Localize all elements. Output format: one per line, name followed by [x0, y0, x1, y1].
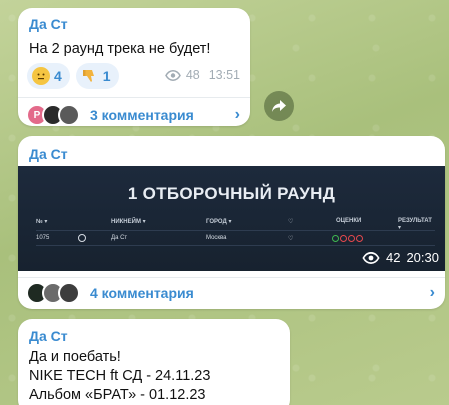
message-author[interactable]: Да Ст	[29, 328, 68, 344]
comments-button[interactable]: 4 комментария ›	[26, 279, 435, 307]
message-time: 20:30	[406, 250, 439, 265]
reaction-neutral[interactable]: 4	[27, 63, 70, 89]
comments-button[interactable]: P 3 комментария ›	[26, 101, 240, 129]
message-line: NIKE TECH ft СД - 24.11.23	[29, 368, 211, 384]
message-line: Да и поебать!	[29, 349, 121, 365]
message-meta: 48 13:51	[164, 68, 240, 82]
comments-label: 4 комментария	[90, 285, 194, 301]
views-icon	[362, 251, 380, 264]
cell-num: 1075	[36, 235, 50, 241]
views-icon	[164, 69, 181, 81]
message-bubble[interactable]: Да Ст 1 ОТБОРОЧНЫЙ РАУНД № ▾ НИКНЕЙМ ▾ Г…	[18, 136, 445, 309]
cell-nick: Да Ст	[111, 235, 128, 241]
table-row: 1075 Да Ст Москва ♡	[36, 230, 435, 246]
image-title: 1 ОТБОРОЧНЫЙ РАУНД	[127, 184, 336, 203]
neutral-face-icon	[32, 67, 50, 85]
avatar	[58, 282, 80, 304]
reaction-count: 4	[54, 68, 62, 84]
image-meta: 42 20:30	[362, 250, 439, 265]
col-like: ♡	[288, 219, 294, 225]
col-scores: ОЦЕНКИ	[336, 218, 362, 224]
message-text: Да и поебать! NIKE TECH ft СД - 24.11.23…	[29, 348, 210, 405]
message-bubble[interactable]: Да Ст Да и поебать! NIKE TECH ft СД - 24…	[18, 319, 290, 405]
share-button[interactable]	[264, 91, 294, 121]
share-arrow-icon	[272, 100, 286, 112]
chevron-right-icon: ›	[429, 284, 435, 301]
commenter-avatars	[26, 282, 80, 304]
col-city: ГОРОД ▾	[206, 219, 232, 225]
comments-label: 3 комментария	[90, 107, 194, 123]
reaction-thumbs-down[interactable]: 1	[75, 63, 119, 89]
message-time: 13:51	[208, 68, 240, 82]
divider	[18, 97, 250, 98]
message-line: Альбом «БРАТ» - 01.12.23	[29, 387, 206, 403]
score-icons	[332, 235, 363, 242]
thumbs-down-icon	[81, 67, 99, 85]
message-bubble[interactable]: Да Ст На 2 раунд трека не будет! 4 1 48 …	[18, 8, 250, 126]
message-author[interactable]: Да Ст	[29, 146, 68, 162]
table-header: № ▾ НИКНЕЙМ ▾ ГОРОД ▾ ♡ ОЦЕНКИ РЕЗУЛЬТАТ…	[36, 214, 435, 231]
reaction-count: 1	[102, 68, 111, 84]
reactions-bar: 4 1	[27, 63, 119, 89]
view-count: 42	[385, 250, 401, 265]
message-text: На 2 раунд трека не будет!	[29, 41, 211, 57]
col-nick: НИКНЕЙМ ▾	[111, 219, 146, 225]
view-count: 48	[185, 68, 200, 82]
divider	[18, 277, 445, 278]
chevron-right-icon: ›	[234, 106, 240, 123]
avatar	[58, 104, 80, 126]
commenter-avatars: P	[26, 104, 80, 126]
message-author[interactable]: Да Ст	[29, 16, 68, 32]
cell-city: Москва	[206, 235, 227, 241]
col-num: № ▾	[36, 219, 48, 225]
cell-like: ♡	[288, 236, 294, 242]
play-icon	[78, 234, 86, 242]
attached-image[interactable]: 1 ОТБОРОЧНЫЙ РАУНД № ▾ НИКНЕЙМ ▾ ГОРОД ▾…	[18, 166, 445, 271]
